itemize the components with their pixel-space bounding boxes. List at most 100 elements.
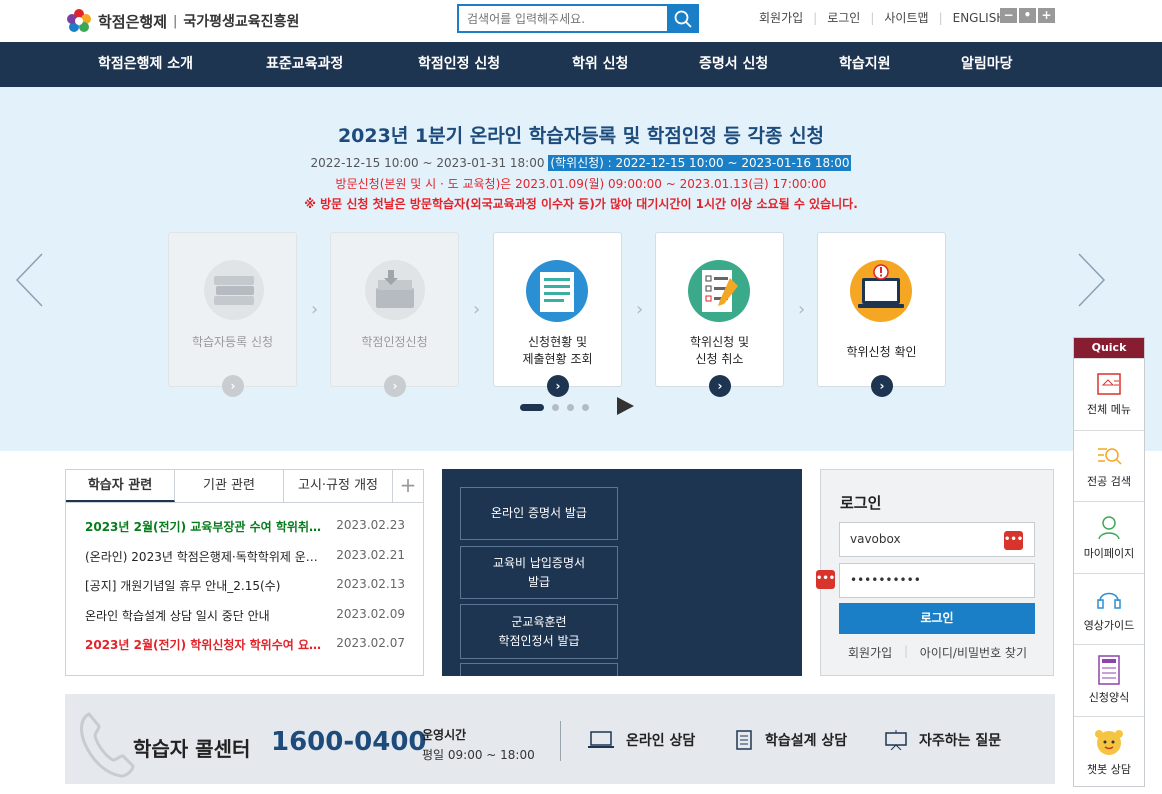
- chatbot-mascot-icon: [1095, 729, 1123, 755]
- carousel-dot[interactable]: [567, 404, 574, 411]
- laptop-icon: [588, 731, 614, 748]
- card-degree-confirm[interactable]: 학위신청 확인 ›: [817, 232, 946, 397]
- hero-note: ※ 방문 신청 첫날은 방문학습자(외국교육과정 이수자 등)가 많아 대기시간…: [304, 197, 858, 211]
- next-arrow-icon[interactable]: [1075, 252, 1107, 308]
- font-increase-button[interactable]: +: [1038, 8, 1055, 23]
- notice-list: 2023년 2월(전기) 교육부장관 수여 학위취득자 안내2023.02.23…: [85, 518, 405, 666]
- join-link[interactable]: 회원가입: [749, 9, 813, 26]
- login-links: 회원가입 | 아이디/비밀번호 찾기: [839, 644, 1035, 661]
- list-item[interactable]: 온라인 학습설계 상담 일시 중단 안내 2023.02.09: [85, 607, 405, 637]
- search-icon: [674, 10, 692, 28]
- nav-item-support[interactable]: 학습지원: [839, 42, 891, 87]
- board-icon: [885, 730, 907, 750]
- list-item[interactable]: [공지] 개원기념일 휴무 안내_2.15(수) 2023.02.13: [85, 577, 405, 607]
- prev-arrow-icon[interactable]: [14, 252, 46, 308]
- keyboard-icon[interactable]: •••: [816, 570, 835, 589]
- quick-item-video-guide[interactable]: 영상가이드: [1074, 572, 1144, 645]
- keyboard-icon[interactable]: •••: [1004, 531, 1023, 550]
- logo-flower-icon: [67, 9, 91, 32]
- search-button[interactable]: [667, 4, 699, 33]
- hero-banner: 2023년 1분기 온라인 학습자등록 및 학점인정 등 각종 신청 2022-…: [0, 87, 1162, 451]
- nav-item-curriculum[interactable]: 표준교육과정: [266, 42, 343, 87]
- hours-value: 평일 09:00 ~ 18:00: [422, 748, 535, 762]
- font-reset-button[interactable]: •: [1019, 8, 1036, 23]
- logo-sub-text: 국가평생교육진흥원: [183, 14, 300, 30]
- login-button[interactable]: 로그인: [839, 603, 1035, 634]
- hero-date: 2022-12-15 10:00 ~ 2023-01-31 18:00 (학위신…: [310, 155, 852, 171]
- nav-item-notice[interactable]: 알림마당: [961, 42, 1013, 87]
- faq-link[interactable]: 자주하는 질문: [885, 730, 1001, 750]
- font-decrease-button[interactable]: −: [1000, 8, 1017, 23]
- notice-tabs: 학습자 관련 기관 관련 고시·규정 개정 +: [66, 470, 423, 503]
- military-cert-button[interactable]: 군교육훈련 학점인정서 발급: [460, 604, 618, 659]
- nav-item-certificate[interactable]: 증명서 신청: [699, 42, 768, 87]
- card-degree-apply-cancel[interactable]: 학위신청 및 신청 취소 ›: [655, 232, 784, 397]
- card-go-button[interactable]: ›: [384, 375, 406, 397]
- quick-item-major-search[interactable]: 전공 검색: [1074, 429, 1144, 502]
- card-go-button[interactable]: ›: [547, 375, 569, 397]
- list-item[interactable]: 2023년 2월(전기) 학위신청자 학위수여 요건 안내 2023.02.07: [85, 636, 405, 666]
- headset-icon: [1097, 592, 1121, 609]
- certificate-panel: 온라인 증명서 발급 교육비 납입증명서 발급 군교육훈련 학점인정서 발급: [442, 469, 802, 676]
- hero-title: 2023년 1분기 온라인 학습자등록 및 학점인정 등 각종 신청: [337, 125, 825, 147]
- search-input[interactable]: [459, 6, 667, 31]
- call-center-title: 학습자 콜센터: [133, 737, 251, 761]
- quick-item-forms[interactable]: 신청양식: [1074, 644, 1144, 716]
- login-panel: 로그인 vavobox ••• •••••••••• ••• 로그인 회원가입 …: [816, 469, 1054, 676]
- play-icon[interactable]: [617, 397, 634, 415]
- logo-main-text: 학점은행제: [98, 12, 168, 31]
- password-field[interactable]: ••••••••••: [839, 563, 1035, 598]
- call-center-bar: 학습자 콜센터 1600-0400 운영시간 평일 09:00 ~ 18:00 …: [65, 694, 1055, 784]
- carousel-dot[interactable]: [582, 404, 589, 411]
- login-title: 로그인: [840, 494, 882, 512]
- nav-item-intro[interactable]: 학점은행제 소개: [98, 42, 193, 87]
- user-icon: [1098, 516, 1120, 540]
- carousel-dot-active[interactable]: [520, 404, 544, 411]
- login-link[interactable]: 로그인: [817, 9, 870, 26]
- card-learner-register[interactable]: 학습자등록 신청 ›: [168, 232, 297, 397]
- tab-regulation[interactable]: 고시·규정 개정: [284, 470, 393, 502]
- list-item[interactable]: 2023년 2월(전기) 교육부장관 수여 학위취득자 안내2023.02.23: [85, 518, 405, 548]
- tab-institution[interactable]: 기관 관련: [175, 470, 284, 502]
- more-cert-button[interactable]: [460, 663, 618, 676]
- quick-menu-title: Quick Menu: [1074, 338, 1144, 374]
- card-credit-apply[interactable]: 학점인정신청 ›: [330, 232, 459, 397]
- font-size-controls: − • +: [1000, 8, 1055, 23]
- main-nav: 학점은행제 소개 표준교육과정 학점인정 신청 학위 신청 증명서 신청 학습지…: [0, 42, 1162, 87]
- quick-item-chatbot[interactable]: 챗봇 상담: [1074, 715, 1144, 788]
- document-list-icon: [526, 260, 588, 322]
- inbox-icon: [365, 260, 425, 320]
- form-icon: [1098, 655, 1120, 685]
- card-go-button[interactable]: ›: [709, 375, 731, 397]
- home-menu-icon: [1097, 373, 1121, 395]
- search-box: [457, 4, 699, 33]
- top-header: 학점은행제 | 국가평생교육진흥원 회원가입| 로그인| 사이트맵| ENGLI…: [0, 0, 1162, 42]
- carousel-dot[interactable]: [552, 404, 559, 411]
- quick-menu: Quick Menu 전체 메뉴 전공 검색 마이페이지 영상가이드 신청양식 …: [1073, 337, 1145, 787]
- nav-item-degree[interactable]: 학위 신청: [572, 42, 628, 87]
- laptop-alert-icon: [850, 260, 912, 322]
- tab-learner[interactable]: 학습자 관련: [66, 470, 175, 502]
- find-account-link[interactable]: 아이디/비밀번호 찾기: [920, 644, 1035, 661]
- learning-design-consult-link[interactable]: 학습설계 상담: [735, 730, 847, 750]
- site-logo[interactable]: 학점은행제 | 국가평생교육진흥원: [66, 8, 299, 34]
- list-item[interactable]: (온라인) 2023년 학점은행제·독학학위제 운영 안내 2023.02.21: [85, 548, 405, 578]
- tuition-cert-button[interactable]: 교육비 납입증명서 발급: [460, 546, 618, 599]
- call-center-number: 1600-0400: [271, 727, 427, 757]
- top-links: 회원가입 | 로그인 | 사이트맵 | ENGLISH: [749, 9, 1015, 26]
- quick-item-mypage[interactable]: 마이페이지: [1074, 501, 1144, 573]
- card-go-button[interactable]: ›: [222, 375, 244, 397]
- nav-item-credit[interactable]: 학점인정 신청: [418, 42, 500, 87]
- card-status-inquiry[interactable]: 신청현황 및 제출현황 조회 ›: [493, 232, 622, 397]
- online-cert-button[interactable]: 온라인 증명서 발급: [460, 487, 618, 540]
- online-consult-link[interactable]: 온라인 상담: [588, 730, 695, 750]
- more-plus-icon[interactable]: +: [393, 470, 423, 502]
- books-icon: [204, 260, 264, 320]
- hero-date-highlight: (학위신청) : 2022-12-15 10:00 ~ 2023-01-16 1…: [548, 155, 852, 171]
- phone-icon: [80, 712, 135, 778]
- join-link[interactable]: 회원가입: [839, 644, 892, 661]
- notice-panel: 학습자 관련 기관 관련 고시·규정 개정 + 2023년 2월(전기) 교육부…: [65, 469, 424, 676]
- sitemap-link[interactable]: 사이트맵: [874, 9, 938, 26]
- card-go-button[interactable]: ›: [871, 375, 893, 397]
- search-list-icon: [1098, 448, 1122, 465]
